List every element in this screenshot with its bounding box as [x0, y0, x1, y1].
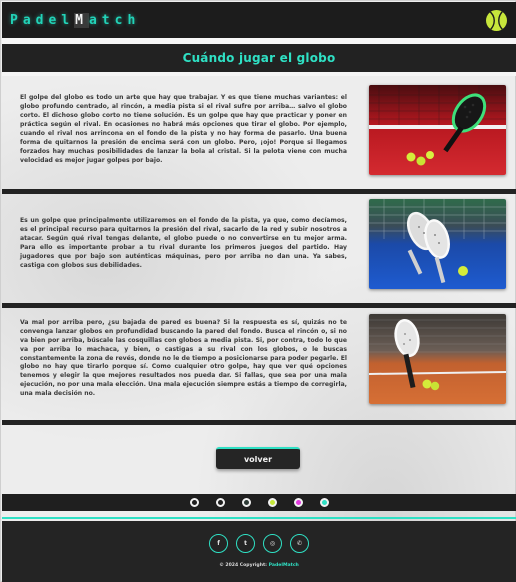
- whatsapp-icon[interactable]: ✆: [290, 534, 309, 553]
- footer: f t ◎ ✆ © 2024 Copyright: PadelMatch: [2, 521, 516, 582]
- theme-dot-2[interactable]: [215, 498, 225, 507]
- section-1-text: El golpe del globo es todo un arte que h…: [20, 94, 347, 164]
- section-divider-2: [2, 303, 516, 308]
- facebook-icon[interactable]: f: [209, 534, 228, 553]
- social-links: f t ◎ ✆: [209, 534, 309, 553]
- section-2-text: Es un golpe que principalmente utilizare…: [20, 217, 347, 269]
- page-title: Cuándo jugar el globo: [182, 51, 336, 65]
- theme-dot-5[interactable]: [293, 498, 303, 507]
- instagram-icon[interactable]: ◎: [263, 534, 282, 553]
- logo-text-1: Padel: [10, 12, 75, 28]
- volver-button[interactable]: volver: [216, 447, 300, 469]
- padel-racket-red-court-image: [369, 85, 506, 175]
- content-section-2: Es un golpe que principalmente utilizare…: [2, 199, 516, 289]
- footer-accent-line: [2, 517, 516, 519]
- page-background: PadelMatch Cuándo jugar el globo El golp…: [0, 0, 516, 582]
- logo-text-mid: M: [74, 12, 89, 28]
- theme-dot-1[interactable]: [189, 498, 199, 507]
- copyright-text: © 2024 Copyright: PadelMatch: [219, 563, 299, 568]
- section-divider-3: [2, 420, 516, 425]
- padel-rackets-blue-court-image: [369, 199, 506, 289]
- twitter-icon[interactable]: t: [236, 534, 255, 553]
- theme-dot-4[interactable]: [267, 498, 277, 507]
- copyright-prefix: © 2024 Copyright:: [219, 563, 268, 568]
- top-navbar: PadelMatch: [2, 2, 516, 38]
- site-logo[interactable]: PadelMatch: [10, 12, 141, 28]
- title-bar: Cuándo jugar el globo: [2, 44, 516, 76]
- theme-dot-3[interactable]: [241, 498, 251, 507]
- copyright-brand-link[interactable]: PadelMatch: [269, 563, 299, 568]
- theme-dots-bar: [2, 494, 516, 511]
- section-divider-1: [2, 189, 516, 194]
- logo-text-2: atch: [88, 12, 141, 28]
- theme-dot-6[interactable]: [319, 498, 329, 507]
- content-section-3: Va mal por arriba pero, ¿su bajada de pa…: [2, 314, 516, 404]
- section-3-text: Va mal por arriba pero, ¿su bajada de pa…: [20, 318, 347, 398]
- content-section-1: El golpe del globo es todo un arte que h…: [2, 85, 516, 175]
- tennis-ball-icon[interactable]: [486, 9, 507, 31]
- padel-racket-clay-court-image: [369, 314, 506, 404]
